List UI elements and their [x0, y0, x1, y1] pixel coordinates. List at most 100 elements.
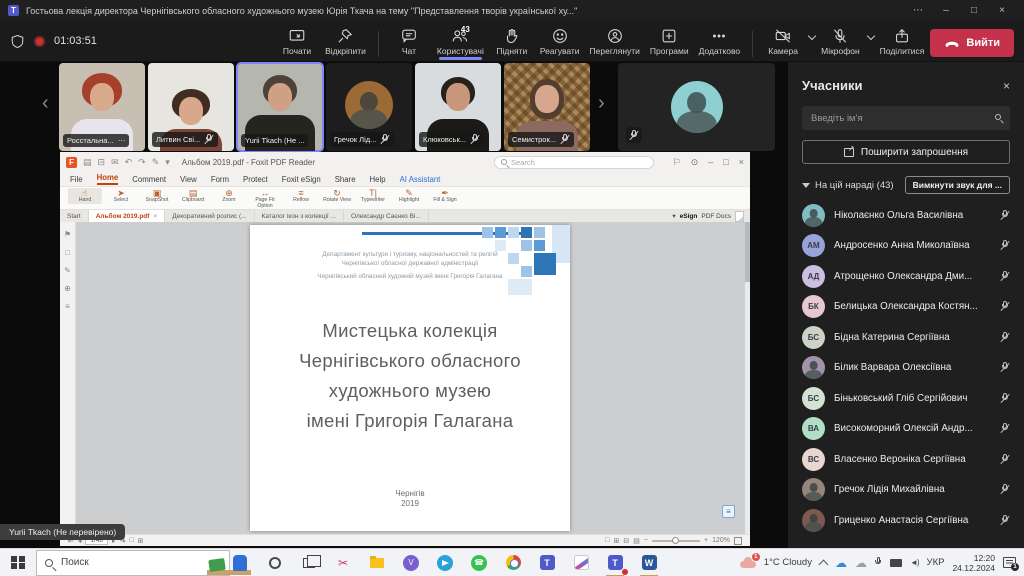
layout-icon-2[interactable]: ⊞ [614, 537, 620, 545]
teams-icon[interactable]: T [536, 552, 558, 574]
tray-expand-chevron-icon[interactable] [819, 559, 829, 569]
undo-icon[interactable]: ↶ [125, 157, 133, 168]
filmstrip-next-icon[interactable]: › [598, 92, 605, 115]
paint-icon[interactable] [570, 552, 592, 574]
chrome-icon[interactable] [502, 552, 524, 574]
menu-protect[interactable]: Protect [243, 175, 268, 184]
telegram-icon[interactable] [434, 552, 456, 574]
self-video-tile[interactable] [618, 63, 775, 151]
teams-meeting-icon[interactable]: T [604, 552, 626, 574]
participant-row[interactable]: БС Біньковський Гліб Сергійович [802, 383, 1010, 414]
section-collapse-icon[interactable] [802, 183, 810, 188]
mic-options-chevron-icon[interactable] [866, 32, 874, 40]
cloud-icon[interactable]: ☁ [855, 557, 867, 569]
layout-icon-4[interactable]: ▤ [633, 537, 640, 545]
whatsapp-icon[interactable]: ☎ [468, 552, 490, 574]
mic-muted-icon[interactable] [1000, 271, 1010, 282]
comments-panel-icon[interactable]: ✎ [64, 266, 71, 275]
taskbar-search-box[interactable]: Поиск [36, 550, 230, 576]
video-tile-yurii-tkach[interactable]: Yurii Tkach (Не ... [237, 63, 323, 151]
mic-muted-icon[interactable] [1000, 454, 1010, 465]
mic-muted-icon[interactable] [1000, 362, 1010, 373]
fullscreen-icon[interactable] [734, 537, 742, 545]
tab-oleksandr-saienko[interactable]: Олександр Саєнко Ві... [344, 210, 429, 222]
pdf-scrollbar[interactable] [745, 222, 750, 534]
tab-dekoratyvnyi-rozpys[interactable]: Декоративний розпис (... [165, 210, 254, 222]
menu-file[interactable]: File [70, 175, 83, 184]
share-invite-button[interactable]: Поширити запрошення [802, 140, 1010, 164]
task-view-icon[interactable] [298, 552, 320, 574]
tool-clipboard[interactable]: ▤Clipboard [176, 188, 210, 204]
tab-kataloh-ikon[interactable]: Каталог ікон з колекції ... [255, 210, 344, 222]
start-button[interactable] [11, 556, 25, 570]
menu-share[interactable]: Share [335, 175, 356, 184]
unpin-button[interactable]: Відкріпити [321, 25, 370, 57]
snipping-tool-icon[interactable]: ✂ [332, 552, 354, 574]
tab-close-icon[interactable]: × [153, 213, 157, 220]
foxit-minimize-button[interactable]: – [708, 157, 713, 167]
mic-muted-icon[interactable] [1000, 484, 1010, 495]
apps-button[interactable]: Програми [646, 25, 693, 57]
tray-camera-icon[interactable] [890, 559, 902, 567]
pages-panel-icon[interactable]: □ [65, 248, 70, 257]
single-page-icon[interactable]: □ [129, 537, 133, 544]
bookmark-panel-icon[interactable]: ⚑ [64, 230, 71, 239]
participants-button[interactable]: 43 Користувачі [433, 25, 488, 57]
redo-icon[interactable]: ↷ [138, 157, 146, 168]
maximize-button[interactable]: □ [960, 5, 988, 16]
video-tile-hrechok[interactable]: Гречок Лід... [326, 63, 412, 151]
participant-row[interactable]: Білик Варвара Олексіївна [802, 353, 1010, 384]
minimize-button[interactable]: – [932, 5, 960, 16]
mic-muted-icon[interactable] [1000, 423, 1010, 434]
mic-muted-icon[interactable] [1000, 332, 1010, 343]
tabs-chevron-icon[interactable]: ▾ [672, 212, 675, 220]
attachments-panel-icon[interactable]: ⊕ [64, 284, 71, 293]
participant-row[interactable]: БС Бідна Катерина Сергіївна [802, 322, 1010, 353]
weather-text[interactable]: 1°C Cloudy [764, 557, 812, 568]
tile-more-icon[interactable]: ⋯ [118, 136, 126, 145]
menu-help[interactable]: Help [370, 175, 386, 184]
menu-ai-assistant[interactable]: AI Assistant [400, 175, 441, 184]
language-indicator[interactable]: УКР [927, 557, 945, 568]
tab-start[interactable]: Start [60, 210, 89, 222]
participant-row[interactable]: ВА Високоморний Олексій Андр... [802, 414, 1010, 445]
participant-search-input[interactable] [802, 106, 1010, 130]
foxit-close-button[interactable]: × [739, 157, 744, 167]
clock[interactable]: 12:20 24.12.2024 [952, 553, 995, 573]
react-button[interactable]: Реагувати [536, 25, 584, 57]
chat-button[interactable]: Чат [387, 25, 431, 57]
mic-muted-icon[interactable] [1000, 210, 1010, 221]
tool-page-fit[interactable]: ↔Page Fit Option [248, 188, 282, 209]
more-options-button[interactable]: Додатково [695, 25, 744, 57]
zoom-in-icon[interactable]: + [704, 537, 708, 544]
menu-view[interactable]: View [180, 175, 197, 184]
mic-muted-icon[interactable] [1000, 515, 1010, 526]
layers-panel-icon[interactable]: ≡ [65, 302, 70, 311]
file-explorer-icon[interactable] [366, 552, 388, 574]
view-button[interactable]: Переглянути [586, 25, 644, 57]
facing-pages-icon[interactable]: ⊞ [138, 537, 144, 545]
filmstrip-prev-icon[interactable]: ‹ [42, 92, 49, 115]
word-icon[interactable]: W [638, 552, 660, 574]
tool-reflow[interactable]: ≡Reflow [284, 188, 318, 204]
pen-dropdown-icon[interactable]: ✎ [152, 157, 160, 168]
menu-comment[interactable]: Comment [132, 175, 166, 184]
tray-mic-icon[interactable] [875, 557, 882, 568]
panel-close-icon[interactable]: × [1003, 79, 1010, 93]
layout-icon-1[interactable]: □ [605, 537, 609, 544]
notifications-bell-icon[interactable]: ⚐ [673, 157, 681, 168]
mic-button[interactable]: Мікрофон [817, 25, 864, 57]
participant-row[interactable]: БК Белицька Олександра Костян... [802, 292, 1010, 323]
zoom-slider-knob[interactable] [672, 537, 679, 544]
layout-icon-3[interactable]: ⊟ [623, 537, 629, 545]
mic-muted-icon[interactable] [1000, 393, 1010, 404]
pdf-viewport[interactable]: Департамент культури і туризму, націонал… [76, 222, 745, 534]
close-button[interactable]: × [988, 5, 1016, 16]
print-icon[interactable]: ⊟ [98, 157, 106, 168]
viber-icon[interactable]: V [400, 552, 422, 574]
video-tile-rosstalna[interactable]: Росстальна...⋯ [59, 63, 145, 151]
menu-form[interactable]: Form [211, 175, 229, 184]
foxit-search-box[interactable]: Search [494, 156, 654, 169]
mute-all-button[interactable]: Вимкнути звук для ... [905, 176, 1010, 194]
camera-options-chevron-icon[interactable] [808, 32, 816, 40]
